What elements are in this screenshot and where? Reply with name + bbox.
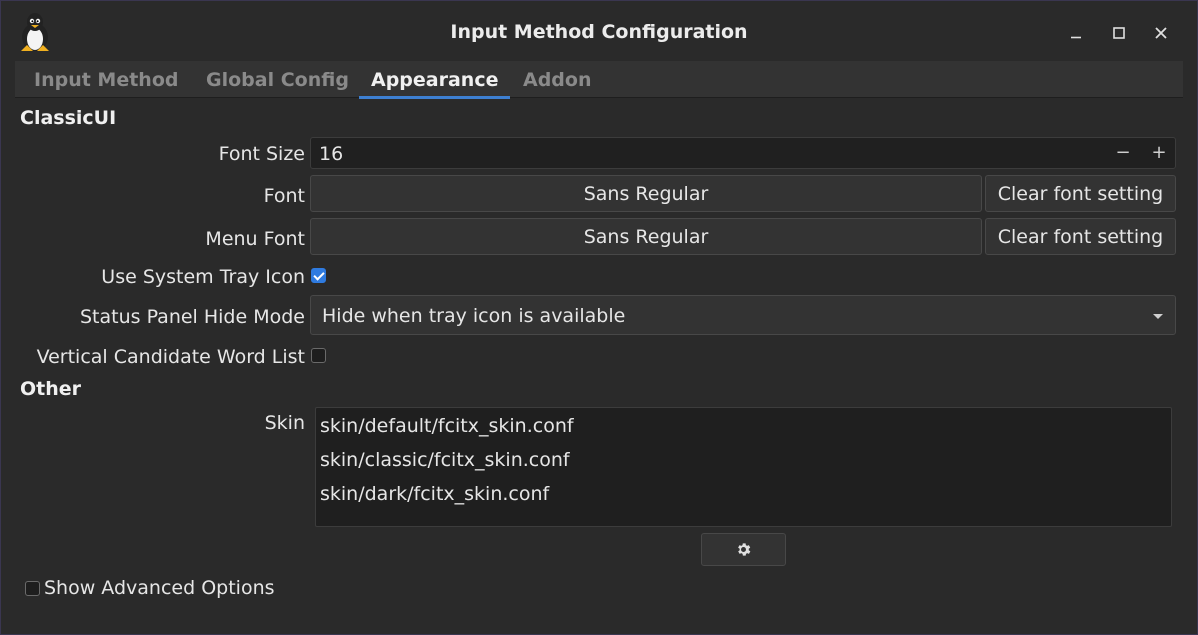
- tab-input-method[interactable]: Input Method: [22, 61, 190, 98]
- appearance-panel: ClassicUI Font Size 16 − + Font Sans Reg…: [15, 99, 1183, 622]
- skin-list-item[interactable]: skin/default/fcitx_skin.conf: [320, 415, 574, 437]
- minimize-icon: [1071, 36, 1081, 39]
- vertical-list-label: Vertical Candidate Word List: [36, 346, 305, 368]
- show-advanced-options-checkbox[interactable]: [25, 581, 40, 596]
- status-panel-hide-mode-select[interactable]: Hide when tray icon is available: [310, 295, 1176, 335]
- clear-menu-font-button[interactable]: Clear font setting: [985, 218, 1176, 255]
- title-bar[interactable]: Input Method Configuration: [1, 1, 1197, 61]
- section-title-other: Other: [20, 378, 82, 400]
- config-window: Input Method Configuration Input Method …: [0, 0, 1198, 635]
- menu-font-label: Menu Font: [205, 228, 305, 250]
- skin-list-item[interactable]: skin/dark/fcitx_skin.conf: [320, 483, 549, 505]
- font-size-spinbox[interactable]: 16 − +: [310, 137, 1176, 169]
- skin-list-item[interactable]: skin/classic/fcitx_skin.conf: [320, 449, 570, 471]
- maximize-icon: [1113, 27, 1125, 39]
- font-select-button[interactable]: Sans Regular: [310, 175, 982, 212]
- chevron-down-icon: [1153, 314, 1163, 319]
- font-size-decrement-button[interactable]: −: [1111, 142, 1135, 166]
- close-icon: [1155, 27, 1167, 39]
- tab-addon[interactable]: Addon: [511, 61, 604, 98]
- maximize-button[interactable]: [1104, 18, 1134, 48]
- font-size-label: Font Size: [218, 143, 305, 165]
- skin-label: Skin: [264, 412, 305, 434]
- minimize-button[interactable]: [1061, 18, 1091, 48]
- vertical-list-checkbox[interactable]: [311, 348, 326, 363]
- status-panel-hide-mode-label: Status Panel Hide Mode: [79, 306, 305, 328]
- tab-global-config[interactable]: Global Config: [194, 61, 361, 98]
- close-button[interactable]: [1146, 18, 1176, 48]
- section-title-classicui: ClassicUI: [20, 107, 117, 129]
- clear-font-button[interactable]: Clear font setting: [985, 175, 1176, 212]
- font-size-increment-button[interactable]: +: [1147, 142, 1171, 166]
- show-advanced-options-label[interactable]: Show Advanced Options: [44, 577, 275, 599]
- use-tray-icon-label: Use System Tray Icon: [101, 266, 305, 288]
- font-label: Font: [263, 185, 305, 207]
- window-title: Input Method Configuration: [450, 21, 748, 43]
- menu-font-select-button[interactable]: Sans Regular: [310, 218, 982, 255]
- gear-icon: [738, 543, 751, 556]
- font-size-value[interactable]: 16: [319, 143, 343, 165]
- tab-bar: Input Method Global Config Appearance Ad…: [15, 61, 1183, 99]
- status-panel-hide-mode-value: Hide when tray icon is available: [322, 305, 626, 327]
- skin-settings-button[interactable]: [701, 533, 786, 566]
- tab-appearance[interactable]: Appearance: [359, 61, 511, 99]
- skin-list[interactable]: skin/default/fcitx_skin.conf skin/classi…: [315, 407, 1172, 527]
- use-tray-icon-checkbox[interactable]: [311, 268, 326, 283]
